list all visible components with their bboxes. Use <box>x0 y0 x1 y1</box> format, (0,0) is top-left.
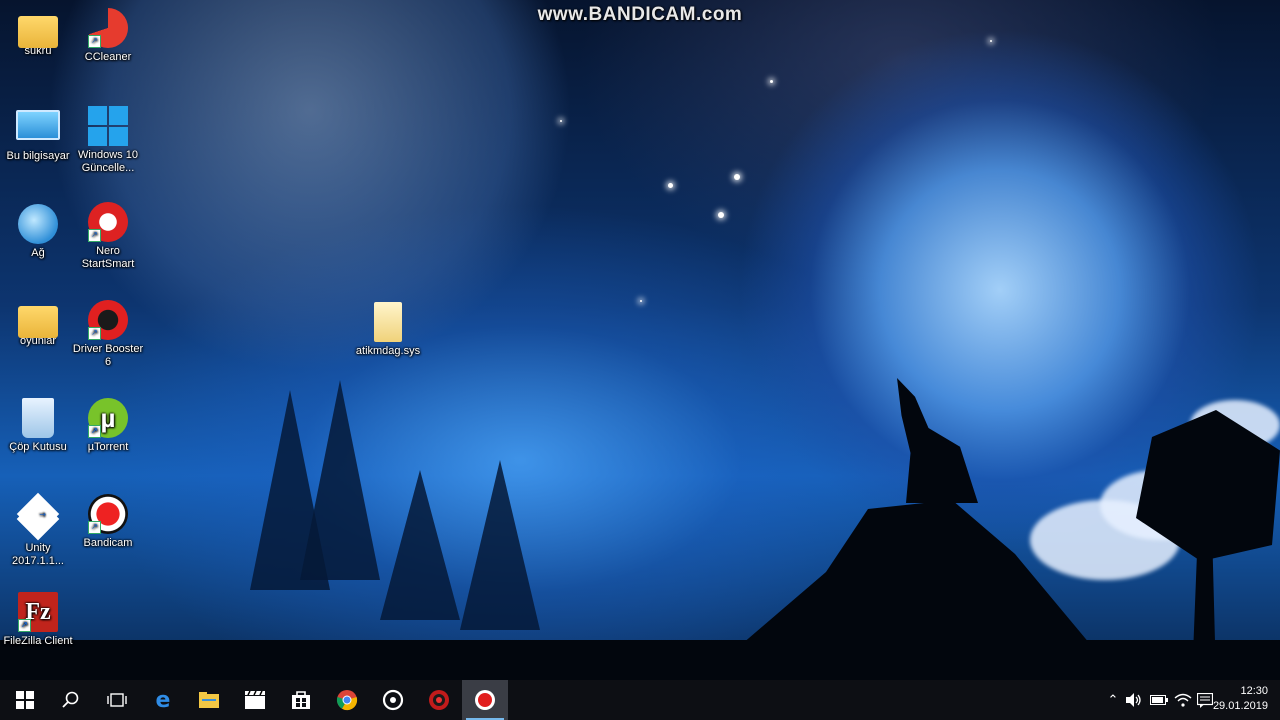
edge-icon: e <box>155 687 171 713</box>
movies-tv-button[interactable] <box>232 680 278 720</box>
movies-tv-icon <box>245 691 265 709</box>
filezilla-icon: Fz ↗ <box>18 592 58 632</box>
speaker-icon <box>1126 693 1141 707</box>
star-decoration <box>640 300 642 302</box>
star-decoration <box>560 120 562 122</box>
tree-silhouette <box>380 470 460 620</box>
star-decoration <box>734 174 740 180</box>
volume-button[interactable] <box>1124 680 1144 720</box>
chrome-icon <box>336 690 358 711</box>
desktop-icon-windows-update[interactable]: Windows 10 Güncelle... <box>70 106 146 175</box>
windows-update-icon <box>88 106 128 146</box>
folder-icon <box>18 306 58 338</box>
desktop-icon-recycle-bin[interactable]: Çöp Kutusu <box>0 398 76 454</box>
taskbar-clock[interactable]: 12:30 29.01.2019 <box>1213 684 1268 714</box>
driver-booster-taskbar-button[interactable] <box>416 680 462 720</box>
show-hidden-icons-button[interactable]: ⌃ <box>1104 680 1122 720</box>
desktop-wallpaper: www.BANDICAM.com sukru ↗ CCleaner Bu bil… <box>0 0 1280 680</box>
search-icon <box>62 691 79 708</box>
desktop-icon-filezilla[interactable]: Fz ↗ FileZilla Client <box>0 592 76 648</box>
nero-icon: ↗ <box>88 202 128 242</box>
desktop-icon-oyunlar[interactable]: oyunlar <box>0 300 76 348</box>
desktop-icon-nero[interactable]: ↗ Nero StartSmart <box>70 202 146 271</box>
desktop-icon-this-pc[interactable]: Bu bilgisayar <box>0 106 76 163</box>
computer-icon <box>16 110 60 140</box>
battery-icon <box>1150 695 1168 705</box>
desktop-icon-network[interactable]: Ağ <box>0 204 76 260</box>
star-decoration <box>990 40 992 42</box>
edge-button[interactable]: e <box>140 680 186 720</box>
wifi-button[interactable] <box>1172 680 1194 720</box>
desktop-icon-sukru[interactable]: sukru <box>0 10 76 58</box>
recycle-bin-icon <box>22 398 54 438</box>
bandicam-taskbar-button[interactable] <box>462 680 508 720</box>
file-explorer-icon <box>199 692 219 708</box>
bandicam-watermark: www.BANDICAM.com <box>537 4 743 25</box>
search-button[interactable] <box>48 680 94 720</box>
wifi-icon <box>1174 693 1192 707</box>
chevron-up-icon: ⌃ <box>1107 692 1119 707</box>
store-icon <box>292 691 310 709</box>
task-view-icon <box>107 693 127 707</box>
desktop-icon-atikmdag[interactable]: atikmdag.sys <box>350 302 426 358</box>
desktop-icon-driver-booster[interactable]: ↗ Driver Booster 6 <box>70 300 146 369</box>
star-decoration <box>718 212 724 218</box>
start-icon <box>16 691 34 709</box>
groove-music-icon <box>382 689 404 711</box>
star-decoration <box>770 80 773 83</box>
bandicam-taskbar-icon <box>475 690 495 710</box>
battery-button[interactable] <box>1148 680 1170 720</box>
unity-icon: ↗ <box>16 492 60 541</box>
tree-silhouette <box>460 460 540 630</box>
network-icon <box>18 204 58 244</box>
file-explorer-button[interactable] <box>186 680 232 720</box>
store-button[interactable] <box>278 680 324 720</box>
desktop-icon-utorrent[interactable]: µ ↗ µTorrent <box>70 398 146 454</box>
clock-time: 12:30 <box>1240 685 1268 697</box>
driver-booster-icon: ↗ <box>88 300 128 340</box>
desktop-icon-unity[interactable]: ↗ Unity 2017.1.1... <box>0 492 76 568</box>
chrome-button[interactable] <box>324 680 370 720</box>
utorrent-icon: µ ↗ <box>88 398 128 438</box>
notification-icon <box>1197 692 1213 708</box>
star-decoration <box>668 183 673 188</box>
taskbar: e ⌃ 12:30 29.01.2019 <box>0 680 1280 720</box>
driver-booster-taskbar-icon <box>429 690 449 710</box>
clock-date: 29.01.2019 <box>1212 700 1268 712</box>
desktop-icon-bandicam[interactable]: ↗ Bandicam <box>70 494 146 550</box>
grass-silhouette <box>0 640 1280 680</box>
desktop-icon-ccleaner[interactable]: ↗ CCleaner <box>70 8 146 64</box>
groove-music-button[interactable] <box>370 680 416 720</box>
start-button[interactable] <box>2 680 48 720</box>
system-file-icon <box>374 302 402 342</box>
tree-silhouette <box>300 380 380 580</box>
wolf-silhouette <box>897 378 978 503</box>
ccleaner-icon: ↗ <box>88 8 128 48</box>
task-view-button[interactable] <box>94 680 140 720</box>
bandicam-icon: ↗ <box>88 494 128 534</box>
user-folder-icon <box>18 16 58 48</box>
